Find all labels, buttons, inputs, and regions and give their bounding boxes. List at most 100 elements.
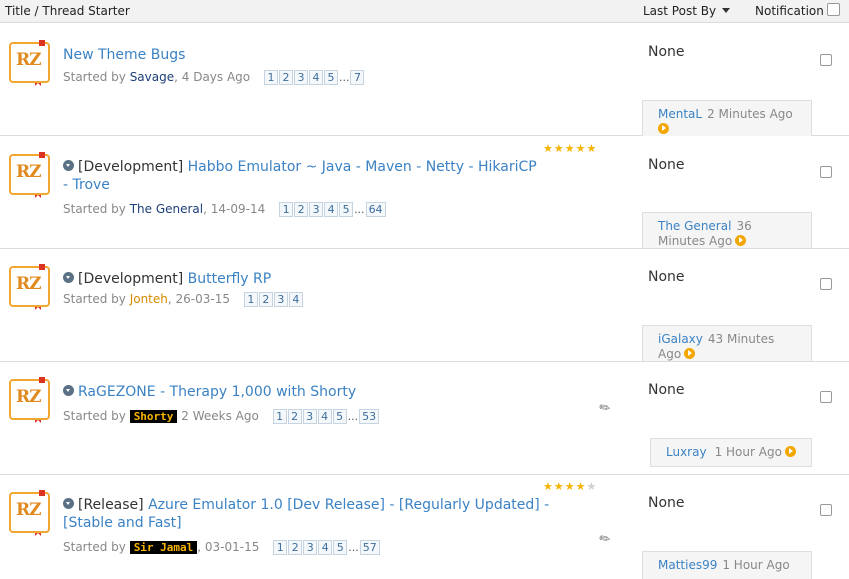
notification-column-header: Notification: [755, 4, 824, 18]
star-icon: ★: [553, 142, 565, 155]
prefix-arrow-icon: [63, 498, 74, 509]
thread-author[interactable]: Sir Jamal: [129, 541, 198, 554]
flag-icon: [35, 420, 41, 423]
page-links: 1234: [243, 292, 304, 307]
thread-icon-avatar[interactable]: RZ: [9, 264, 50, 310]
thread-title-link[interactable]: RaGEZONE - Therapy 1,000 with Shorty: [78, 384, 356, 400]
last-post-user[interactable]: iGalaxy: [658, 332, 703, 346]
page-link[interactable]: 2: [278, 70, 293, 85]
thread-row: RZ [Development] Butterfly RP Started by…: [0, 249, 849, 362]
thread-icon-avatar[interactable]: RZ: [9, 377, 50, 423]
last-post-user[interactable]: The General: [658, 219, 731, 233]
thread-select-checkbox[interactable]: [820, 391, 832, 403]
last-post-sort-header[interactable]: Last Post By: [643, 4, 731, 18]
last-post-time: 1 Hour Ago: [722, 558, 790, 572]
caret-down-icon[interactable]: [722, 8, 731, 13]
select-all-checkbox[interactable]: [827, 3, 840, 16]
page-link[interactable]: 1: [272, 409, 287, 424]
page-link[interactable]: 4: [318, 540, 333, 555]
page-link[interactable]: 2: [258, 292, 273, 307]
page-link[interactable]: 3: [293, 70, 308, 85]
rz-logo-icon: RZ: [16, 162, 42, 182]
page-link[interactable]: 1: [279, 202, 294, 217]
title-column-header[interactable]: Title / Thread Starter: [5, 4, 130, 18]
thread-title-line: [Release] Azure Emulator 1.0 [Dev Releas…: [63, 496, 558, 532]
flag-icon: [35, 195, 41, 198]
go-to-post-icon[interactable]: [784, 446, 796, 457]
page-link[interactable]: 2: [294, 202, 309, 217]
page-link[interactable]: 5: [339, 202, 354, 217]
last-post-box: Matties99 1 Hour Ago: [642, 551, 812, 579]
thread-list-header: Title / Thread Starter Last Post By Noti…: [0, 0, 849, 23]
page-link[interactable]: 3: [309, 202, 324, 217]
thread-author[interactable]: Savage: [130, 70, 174, 84]
thread-icon-avatar[interactable]: RZ: [9, 490, 50, 536]
thread-meta: Started by Shorty 2 Weeks Ago 1 2 3 4 5... 53: [63, 409, 380, 425]
page-link[interactable]: 5: [323, 70, 338, 85]
thread-author[interactable]: The General: [130, 202, 203, 216]
paperclip-icon: ✎: [596, 530, 615, 549]
page-links: 1 2 3 4 5... 57: [273, 540, 381, 556]
star-icon: ★: [575, 142, 587, 155]
thread-date: , 14-09-14: [203, 202, 266, 216]
flag-icon: [35, 307, 41, 310]
page-ellipsis: ...: [354, 203, 365, 216]
thread-select-checkbox[interactable]: [820, 166, 832, 178]
thread-author[interactable]: Jonteh: [130, 292, 168, 306]
started-by-label: Started by: [63, 292, 126, 306]
go-to-post-icon[interactable]: [658, 123, 669, 134]
page-link[interactable]: 7: [350, 70, 365, 85]
thread-row: RZ ★★★★★ [Release] Azure Emulator 1.0 [D…: [0, 475, 849, 579]
page-ellipsis: ...: [347, 410, 359, 423]
thread-select-checkbox[interactable]: [820, 504, 832, 516]
page-link[interactable]: 4: [308, 70, 323, 85]
page-link[interactable]: 57: [359, 540, 380, 555]
page-link[interactable]: 4: [288, 292, 303, 307]
flag-icon: [35, 83, 41, 86]
last-post-user[interactable]: Luxray: [666, 445, 707, 459]
last-post-user[interactable]: Matties99: [658, 558, 717, 572]
started-by-label: Started by: [63, 540, 126, 554]
thread-date: 2 Weeks Ago: [177, 409, 259, 423]
thread-meta: Started by Sir Jamal, 03-01-15 1 2 3 4 5... 5…: [63, 540, 381, 556]
page-link[interactable]: 1: [273, 540, 288, 555]
thread-icon-avatar[interactable]: RZ: [9, 40, 50, 86]
started-by-label: Started by: [63, 70, 126, 84]
thread-meta: Started by Jonteh, 26-03-15 1234: [63, 292, 304, 307]
thread-prefix: [Release]: [78, 497, 144, 513]
thread-title-link[interactable]: Butterfly RP: [188, 271, 272, 287]
thread-icon-avatar[interactable]: RZ: [9, 152, 50, 198]
rz-logo-icon: RZ: [16, 500, 42, 520]
thread-title-line: [Development] Habbo Emulator ~ Java - Ma…: [63, 158, 543, 194]
last-post-user[interactable]: MentaL: [658, 107, 702, 121]
page-link[interactable]: 1: [263, 70, 278, 85]
flag-icon: [35, 533, 41, 536]
page-link[interactable]: 64: [365, 202, 386, 217]
page-link[interactable]: 1: [243, 292, 258, 307]
page-link[interactable]: 3: [273, 292, 288, 307]
thread-author[interactable]: Shorty: [129, 410, 178, 423]
page-link[interactable]: 3: [302, 409, 317, 424]
started-by-label: Started by: [63, 409, 126, 423]
prefix-arrow-icon: [63, 272, 74, 283]
last-post-box: iGalaxy 43 Minutes Ago: [642, 325, 812, 361]
go-to-post-icon[interactable]: [735, 235, 747, 246]
page-link[interactable]: 5: [333, 540, 348, 555]
page-link[interactable]: 3: [303, 540, 318, 555]
thread-row: RZ RaGEZONE - Therapy 1,000 with Shorty …: [0, 362, 849, 475]
started-by-label: Started by: [63, 202, 126, 216]
page-link[interactable]: 4: [317, 409, 332, 424]
page-link[interactable]: 2: [287, 409, 302, 424]
go-to-post-icon[interactable]: [684, 348, 696, 359]
prefix-arrow-icon: [63, 385, 74, 396]
thread-select-checkbox[interactable]: [820, 278, 832, 290]
page-ellipsis: ...: [348, 541, 359, 554]
thread-title-link[interactable]: New Theme Bugs: [63, 47, 185, 63]
page-link[interactable]: 5: [332, 409, 347, 424]
page-link[interactable]: 4: [324, 202, 339, 217]
page-link[interactable]: 2: [288, 540, 303, 555]
thread-select-checkbox[interactable]: [820, 54, 832, 66]
rz-logo-icon: RZ: [16, 274, 42, 294]
thread-row: RZ New Theme Bugs Started by Savage, 4 D…: [0, 24, 849, 136]
page-link[interactable]: 53: [359, 409, 380, 424]
